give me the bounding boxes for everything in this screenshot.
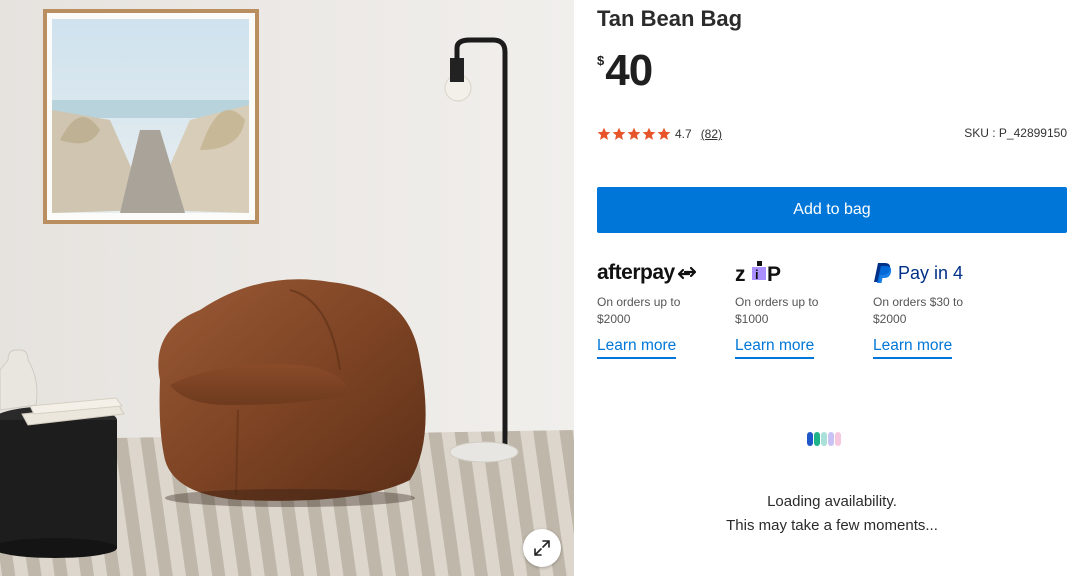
add-to-bag-button[interactable]: Add to bag [597,187,1067,233]
star-icon [612,127,626,140]
loader-dot [807,432,813,446]
afterpay-learn-more-link[interactable]: Learn more [597,337,677,359]
rating-stars [597,127,671,141]
price-currency: $ [597,53,605,68]
rating-row: 4.7 (82) SKU : P_42899150 [597,125,1067,143]
expand-image-button[interactable] [523,529,561,567]
loader-dot [814,432,820,446]
product-photo [0,0,574,576]
zip-logo-glyph-i: i [755,267,759,282]
loader-dot [835,432,841,446]
paypal-description: On orders $30 to $2000 [873,295,964,326]
afterpay-arrows-icon [677,266,696,280]
paypal-learn-more-link[interactable]: Learn more [873,337,953,359]
zip-logo-glyph-p: P [767,263,781,285]
payment-options: afterpay On orders up to $2000 Learn mor… [597,258,1067,368]
star-icon [657,127,671,140]
payment-option-zip: z i P On orders up to $1000 Learn more [735,258,865,359]
zip-description: On orders up to $1000 [735,295,819,326]
zip-logo-glyph: z [735,263,746,285]
loader-dot [821,432,827,446]
afterpay-logo-text: afterpay [597,261,675,284]
paypal-logo: Pay in 4 [873,258,1003,288]
payment-option-paypal: Pay in 4 On orders $30 to $2000 Learn mo… [873,258,1003,359]
star-icon [597,127,611,140]
star-icon [642,127,656,140]
zip-logo-mark: z i P [735,261,781,285]
expand-icon [534,540,550,556]
zip-learn-more-link[interactable]: Learn more [735,337,815,359]
loading-indicator [807,432,841,446]
product-title: Tan Bean Bag [597,6,743,31]
sku-label: SKU : P_42899150 [964,126,1067,140]
zip-logo: z i P [735,258,865,288]
product-price: $ 40 [597,46,653,96]
payment-option-afterpay: afterpay On orders up to $2000 Learn mor… [597,258,727,359]
star-icon [627,127,641,140]
availability-line-1: Loading availability. [767,493,897,510]
product-image [0,0,574,576]
price-amount: 40 [605,46,653,95]
paypal-pay-in-4: Pay in 4 [898,262,964,283]
availability-line-2: This may take a few moments... [726,517,938,534]
review-count-link[interactable]: (82) [701,127,722,141]
afterpay-description: On orders up to $2000 [597,295,681,326]
paypal-icon [874,263,892,283]
loader-dot [828,432,834,446]
availability-loading: Loading availability. This may take a fe… [597,490,1067,538]
afterpay-logo: afterpay [597,258,727,288]
rating-value: 4.7 [675,127,692,141]
product-details: Tan Bean Bag $ 40 4.7 (82) SKU : P_42899… [597,0,1067,576]
